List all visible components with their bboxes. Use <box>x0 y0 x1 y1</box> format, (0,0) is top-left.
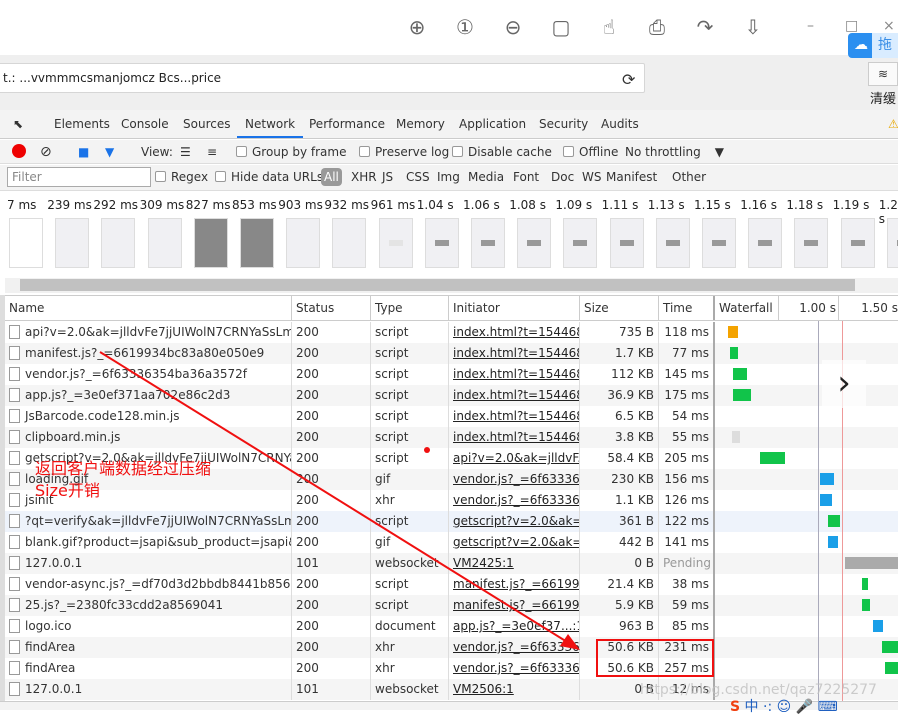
annotation-dot <box>424 447 430 453</box>
annotation-arrow-line <box>99 351 573 646</box>
annotation-text-1: 返回客户端数据经过压缩 <box>35 459 212 478</box>
annotation-text-2: Size开销 <box>35 481 100 500</box>
annotation-box <box>596 639 714 677</box>
sogou-icon: S <box>730 699 741 715</box>
annotation-overlay <box>99 351 714 677</box>
annotation-arrow-head <box>560 634 580 650</box>
ime-toolbar[interactable]: S 中 ·: ☺ 🎤 ⌨ <box>730 696 838 716</box>
